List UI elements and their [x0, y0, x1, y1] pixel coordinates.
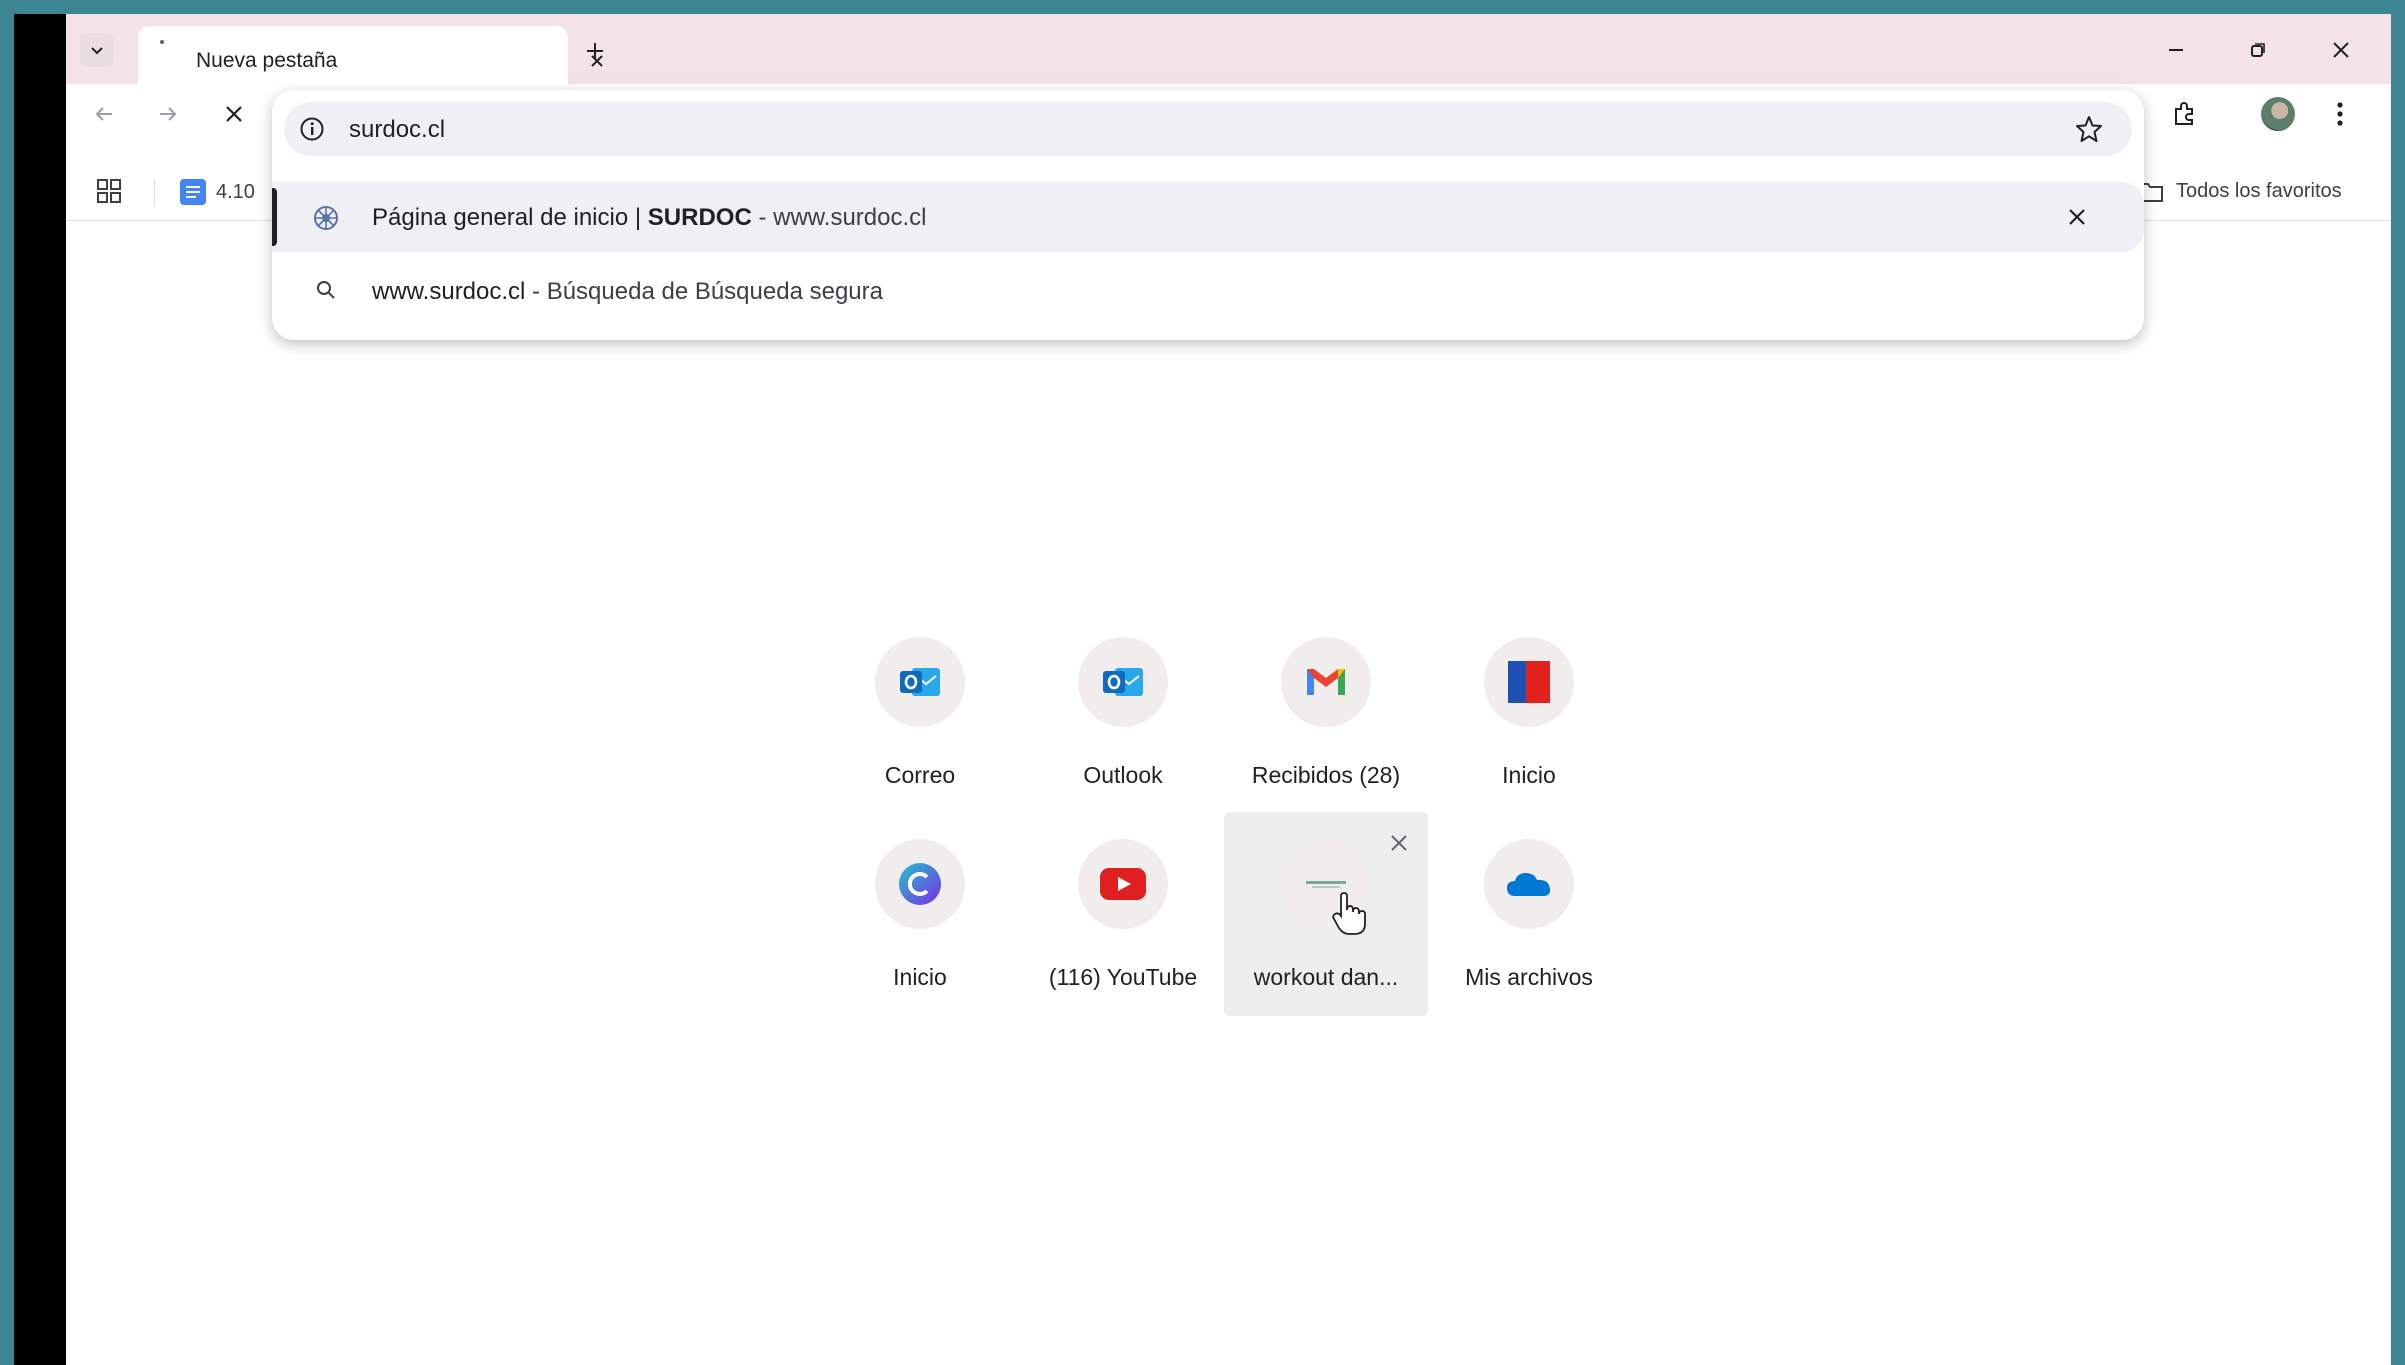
shortcut-icon-bg [1484, 637, 1574, 727]
new-tab-button[interactable] [578, 34, 612, 68]
shortcut-label: Recibidos (28) [1251, 762, 1401, 788]
all-bookmarks-button[interactable]: Todos los favoritos [2138, 180, 2342, 203]
shortcut-icon-bg [1281, 637, 1371, 727]
omnibox: surdoc.cl Página general de inicio | SUR… [272, 90, 2144, 340]
suggestion-engine: Búsqueda de Búsqueda segura [546, 278, 883, 305]
extensions-button[interactable] [2166, 96, 2202, 132]
shortcut-label: workout dan... [1253, 964, 1399, 990]
suggestion-title-bold: SURDOC [647, 204, 752, 231]
shortcut-label: Inicio [893, 964, 947, 990]
shortcut-icon-bg [1078, 637, 1168, 727]
shortcut-label: Mis archivos [1465, 964, 1593, 990]
hand-cursor-icon [1332, 892, 1366, 935]
gmail-icon [1307, 669, 1345, 695]
suggestion-separator: - [525, 278, 547, 305]
chile-flag-icon [1508, 661, 1550, 703]
menu-button[interactable] [2322, 96, 2358, 132]
tab-title: Nueva pestaña [196, 49, 338, 72]
minimize-icon [2169, 49, 2183, 51]
canva-icon [899, 863, 941, 905]
divider [154, 180, 155, 206]
restore-button[interactable] [2238, 32, 2278, 68]
outlook-icon [900, 668, 940, 696]
shortcut-label: (116) YouTube [1048, 964, 1198, 990]
close-window-button[interactable] [2321, 32, 2361, 68]
shortcut-icon-bg [875, 839, 965, 929]
docs-icon [180, 179, 206, 205]
suggestion-text: www.surdoc.cl - Búsqueda de Búsqueda seg… [372, 278, 883, 306]
arrow-left-icon [95, 107, 112, 121]
desktop-background-left [0, 0, 14, 1365]
tab-strip: Nueva pestaña [66, 14, 2391, 84]
desktop-background-top [0, 0, 2405, 14]
shortcut-tile[interactable]: Inicio [818, 812, 1022, 1016]
shortcut-label: Outlook [1083, 762, 1163, 788]
suggestion-url: www.surdoc.cl [773, 204, 927, 231]
restore-icon [2251, 43, 2265, 57]
stop-loading-button[interactable] [216, 96, 252, 132]
arrow-right-icon [160, 107, 177, 121]
close-icon [2069, 209, 2085, 225]
address-input[interactable]: surdoc.cl [349, 116, 445, 144]
suggestion-surdoc-page[interactable]: Página general de inicio | SURDOC - www.… [272, 182, 2144, 252]
search-icon [317, 281, 335, 299]
suggestion-query: www.surdoc.cl [372, 278, 526, 305]
close-icon [226, 106, 242, 122]
new-tab-page: Correo Outlook Recibidos (28) Inicio Ini… [66, 221, 2391, 1365]
onedrive-icon [1507, 873, 1551, 896]
shortcut-icon-bg [1484, 839, 1574, 929]
shortcut-icon-bg [875, 637, 965, 727]
forward-button[interactable] [150, 96, 186, 132]
all-bookmarks-label: Todos los favoritos [2176, 180, 2342, 202]
suggestion-title: Página general de inicio | [372, 204, 648, 231]
suggestion-text: Página general de inicio | SURDOC - www.… [372, 204, 926, 232]
info-icon [300, 117, 324, 141]
youtube-icon [1100, 868, 1146, 900]
shortcut-tile-hovered[interactable]: workout dan... [1224, 812, 1428, 1016]
shortcut-tile[interactable]: Inicio [1427, 610, 1631, 814]
close-icon [1391, 835, 1407, 851]
shortcut-label: Correo [884, 762, 956, 788]
shortcut-tile[interactable]: Mis archivos [1427, 812, 1631, 1016]
suggestion-separator: - [751, 204, 774, 231]
avatar [2261, 97, 2295, 131]
suggestion-search[interactable]: www.surdoc.cl - Búsqueda de Búsqueda seg… [272, 256, 2144, 326]
tab-nueva-pestana[interactable]: Nueva pestaña [138, 26, 603, 84]
outlook-icon [1103, 668, 1143, 696]
shortcut-icon-bg [1078, 839, 1168, 929]
more-vertical-icon [2337, 102, 2343, 126]
bookmark-star-button[interactable] [2074, 114, 2104, 144]
site-thumbnail-icon [1306, 881, 1346, 888]
back-button[interactable] [86, 96, 122, 132]
tab-search-button[interactable] [80, 33, 114, 67]
loading-indicator-icon [160, 40, 164, 44]
shortcut-tile[interactable]: Outlook [1021, 610, 1225, 814]
address-bar[interactable]: surdoc.cl [284, 102, 2132, 156]
remove-shortcut-button[interactable] [1384, 828, 1414, 858]
desktop-background-right [2391, 0, 2405, 1365]
browser-window: Nueva pestaña 4.10 Todos los favoritos C… [66, 14, 2391, 1365]
remove-suggestion-button[interactable] [2062, 202, 2092, 232]
apps-button[interactable] [96, 178, 122, 204]
bookmark-label: 4.10 [216, 180, 255, 203]
puzzle-icon [2175, 102, 2193, 125]
shortcut-tile[interactable]: (116) YouTube [1021, 812, 1225, 1016]
chevron-down-icon [91, 47, 103, 55]
profile-avatar-button[interactable] [2260, 96, 2296, 132]
star-icon [2076, 116, 2102, 142]
close-icon [2333, 42, 2349, 58]
selection-indicator [272, 188, 277, 246]
minimize-button[interactable] [2156, 32, 2196, 68]
shortcut-tile[interactable]: Correo [818, 610, 1022, 814]
shortcut-tile[interactable]: Recibidos (28) [1224, 610, 1428, 814]
shortcut-label: Inicio [1502, 762, 1556, 788]
site-favicon [314, 206, 338, 230]
bookmark-item[interactable]: 4.10 [180, 179, 255, 205]
plus-icon [587, 43, 603, 59]
apps-grid-icon [97, 179, 121, 203]
